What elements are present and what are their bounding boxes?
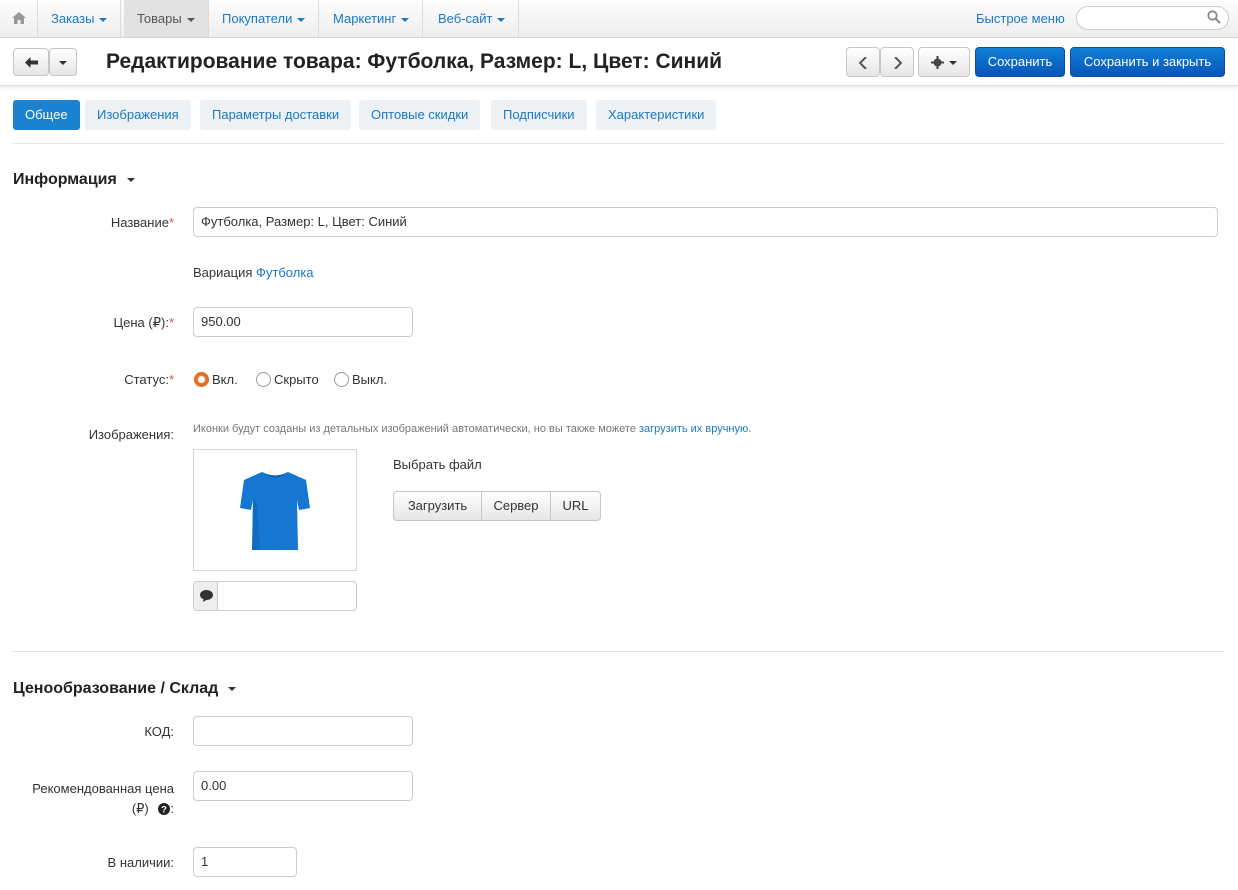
gear-icon bbox=[931, 56, 944, 69]
comment-icon bbox=[200, 590, 213, 602]
status-label-text: Статус: bbox=[124, 372, 169, 387]
images-label: Изображения: bbox=[88, 427, 174, 442]
rec-price-label-line2: (₽) bbox=[131, 801, 149, 816]
rec-price-field[interactable]: 0.00 bbox=[193, 771, 413, 801]
back-dropdown-toggle[interactable] bbox=[49, 48, 77, 76]
tab-subscribers[interactable]: Подписчики bbox=[491, 100, 587, 130]
in-stock-label: В наличии: bbox=[107, 855, 174, 870]
chevron-down-icon bbox=[949, 61, 957, 65]
nav-marketing-label: Маркетинг bbox=[333, 11, 397, 26]
images-hint-text: Иконки будут созданы из детальных изобра… bbox=[193, 423, 636, 435]
nav-website-label: Веб-сайт bbox=[438, 11, 493, 26]
images-hint-end: . bbox=[748, 423, 752, 435]
tab-images[interactable]: Изображения bbox=[85, 100, 191, 130]
status-label: Статус:* bbox=[124, 372, 174, 387]
chevron-left-icon bbox=[859, 57, 867, 69]
next-product-button[interactable] bbox=[880, 47, 914, 77]
settings-dropdown-button[interactable] bbox=[918, 47, 970, 77]
save-button[interactable]: Сохранить bbox=[975, 47, 1065, 77]
nav-customers[interactable]: Покупатели bbox=[209, 0, 320, 37]
comment-addon bbox=[194, 582, 218, 610]
section-info-label: Информация bbox=[13, 171, 117, 188]
required-marker: * bbox=[168, 315, 174, 330]
tab-general[interactable]: Общее bbox=[13, 100, 80, 130]
search-icon[interactable] bbox=[1207, 10, 1221, 24]
section-pricing-label: Ценообразование / Склад bbox=[13, 680, 219, 697]
server-button[interactable]: Сервер bbox=[481, 491, 551, 521]
tab-features[interactable]: Характеристики bbox=[596, 100, 717, 130]
chevron-down-icon bbox=[497, 17, 506, 22]
rec-price-label-line1: Рекомендованная цена bbox=[32, 781, 174, 796]
home-button[interactable] bbox=[0, 0, 38, 37]
colon: : bbox=[170, 801, 174, 816]
home-icon bbox=[12, 12, 26, 24]
name-label: Название* bbox=[111, 215, 174, 230]
required-marker: * bbox=[168, 215, 174, 230]
status-off-label[interactable]: Выкл. bbox=[352, 372, 387, 387]
chevron-down-icon bbox=[297, 17, 306, 22]
variation-line: Вариация Футболка bbox=[193, 265, 314, 280]
variation-text: Вариация bbox=[193, 265, 253, 280]
rec-price-label: Рекомендованная цена (₽) ? : bbox=[32, 779, 174, 819]
section-info-title[interactable]: Информация bbox=[13, 171, 135, 189]
nav-marketing[interactable]: Маркетинг bbox=[320, 0, 424, 37]
save-and-close-button[interactable]: Сохранить и закрыть bbox=[1070, 47, 1225, 77]
nav-website[interactable]: Веб-сайт bbox=[425, 0, 520, 37]
chevron-down-icon bbox=[228, 686, 237, 691]
price-label: Цена (₽):* bbox=[114, 315, 174, 331]
tab-wholesale[interactable]: Оптовые скидки bbox=[359, 100, 481, 130]
nav-products[interactable]: Товары bbox=[124, 0, 209, 37]
arrow-left-icon bbox=[25, 57, 38, 68]
variation-link[interactable]: Футболка bbox=[256, 265, 314, 280]
url-button[interactable]: URL bbox=[550, 491, 601, 521]
nav-customers-label: Покупатели bbox=[222, 11, 293, 26]
divider bbox=[13, 143, 1225, 144]
required-marker: * bbox=[168, 372, 174, 387]
back-button[interactable] bbox=[13, 48, 49, 76]
images-hint: Иконки будут созданы из детальных изобра… bbox=[193, 423, 751, 435]
nav-products-label: Товары bbox=[137, 11, 182, 26]
code-field[interactable] bbox=[193, 716, 413, 746]
name-label-text: Название bbox=[110, 215, 169, 230]
top-navigation: Заказы Товары Покупатели Маркетинг Веб-с… bbox=[0, 0, 1238, 38]
price-label-text: Цена (₽): bbox=[113, 315, 169, 330]
upload-button[interactable]: Загрузить bbox=[393, 491, 482, 521]
chevron-down-icon bbox=[126, 177, 135, 182]
page-header: Редактирование товара: Футболка, Размер:… bbox=[0, 38, 1238, 86]
prev-product-button[interactable] bbox=[846, 47, 880, 77]
chevron-down-icon bbox=[99, 17, 108, 22]
rec-price-label-line2-row: (₽) ? : bbox=[32, 799, 174, 819]
page-title: Редактирование товара: Футболка, Размер:… bbox=[106, 50, 723, 73]
nav-orders-label: Заказы bbox=[51, 11, 95, 26]
status-off-radio[interactable] bbox=[334, 372, 349, 387]
search-input[interactable] bbox=[1076, 6, 1229, 30]
status-on-label[interactable]: Вкл. bbox=[212, 372, 238, 387]
chevron-down-icon bbox=[59, 61, 67, 66]
upload-manually-link[interactable]: загрузить их вручную bbox=[639, 423, 748, 435]
chevron-right-icon bbox=[894, 57, 902, 69]
choose-file-label: Выбрать файл bbox=[393, 457, 482, 472]
image-alt-field[interactable] bbox=[193, 581, 357, 611]
tshirt-image bbox=[240, 472, 310, 550]
product-image-thumbnail[interactable] bbox=[193, 449, 357, 571]
question-icon[interactable]: ? bbox=[158, 803, 171, 816]
nav-orders[interactable]: Заказы bbox=[38, 0, 122, 37]
price-field[interactable]: 950.00 bbox=[193, 307, 413, 337]
divider bbox=[13, 651, 1225, 652]
svg-text:?: ? bbox=[161, 805, 167, 816]
code-label: КОД: bbox=[144, 724, 174, 739]
status-on-radio[interactable] bbox=[194, 372, 209, 387]
section-pricing-title[interactable]: Ценообразование / Склад bbox=[13, 680, 237, 698]
chevron-down-icon bbox=[186, 17, 195, 22]
name-field[interactable]: Футболка, Размер: L, Цвет: Синий bbox=[193, 207, 1218, 237]
in-stock-field[interactable]: 1 bbox=[193, 847, 297, 877]
status-hidden-radio[interactable] bbox=[256, 372, 271, 387]
chevron-down-icon bbox=[401, 17, 410, 22]
quick-menu-link[interactable]: Быстрое меню bbox=[976, 11, 1065, 26]
status-hidden-label[interactable]: Скрыто bbox=[274, 372, 319, 387]
tab-shipping[interactable]: Параметры доставки bbox=[200, 100, 352, 130]
